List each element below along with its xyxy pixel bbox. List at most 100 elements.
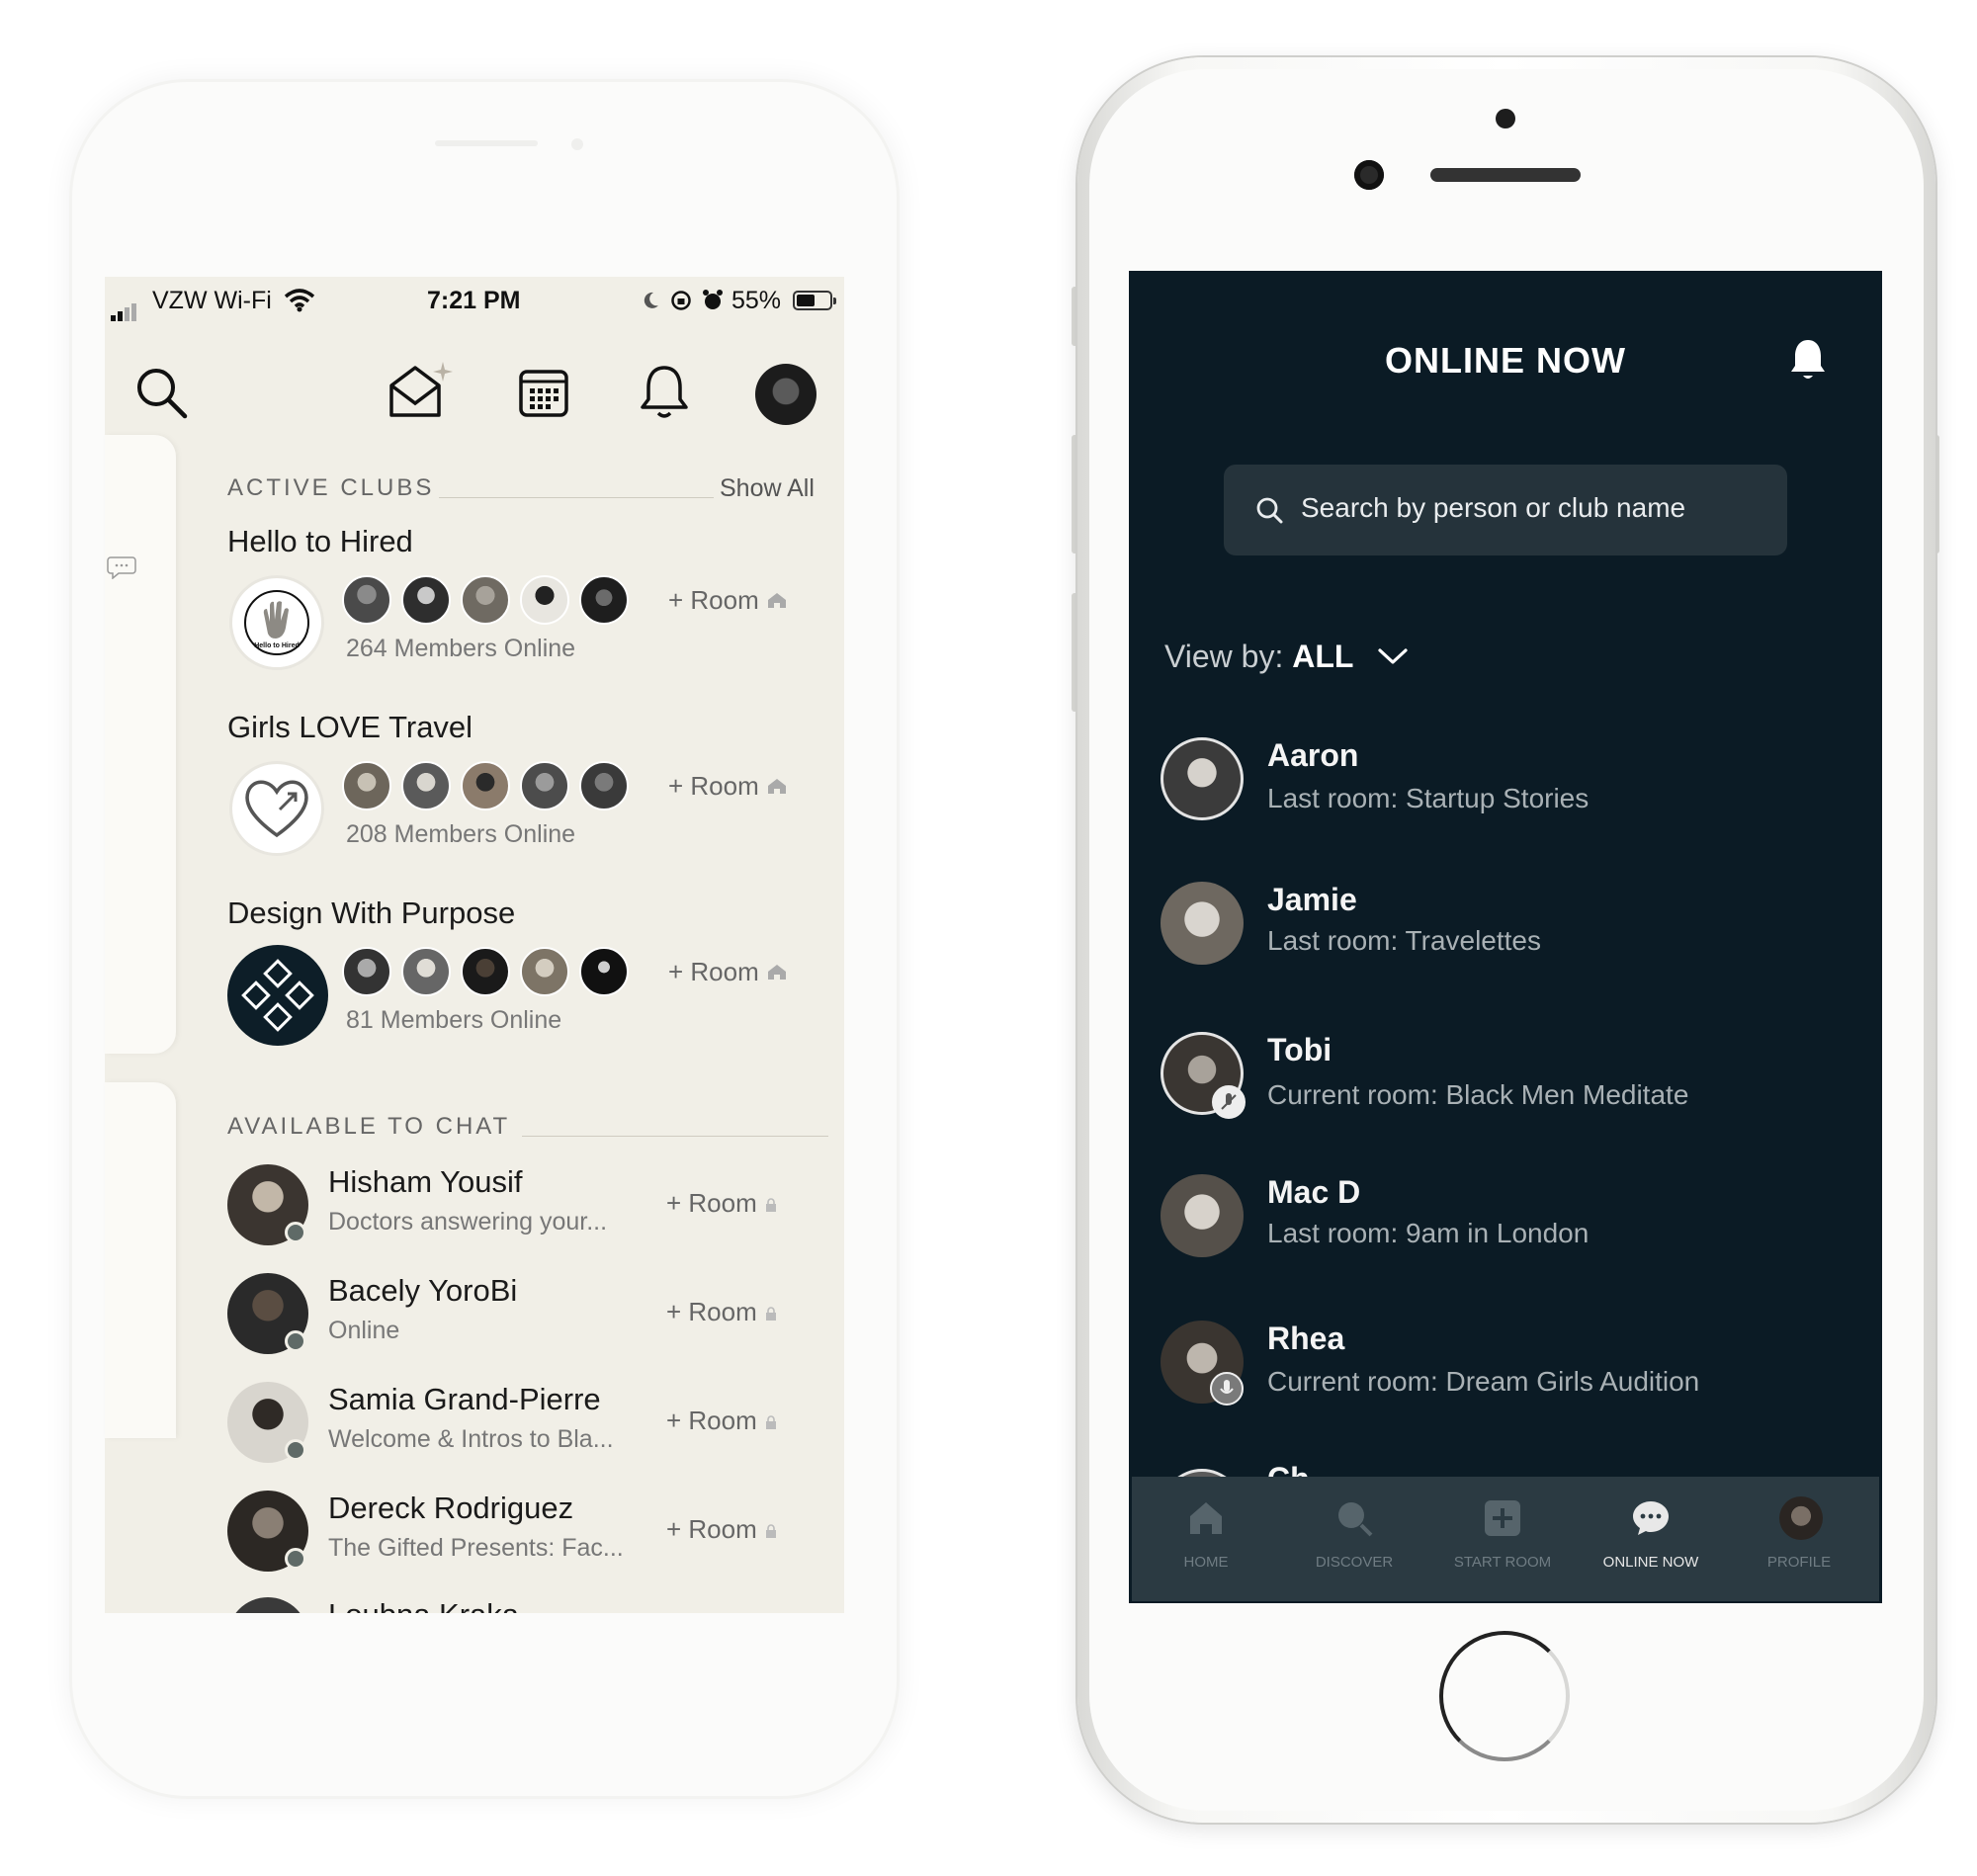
online-person-row-partial[interactable]: Ch <box>1160 1461 1852 1477</box>
club-logo-hello-to-hired[interactable]: Hello to Hired <box>229 575 324 670</box>
battery-icon <box>793 291 836 310</box>
member-avatars <box>342 947 639 1000</box>
bell-icon[interactable] <box>1789 338 1827 382</box>
member-avatars <box>342 761 639 814</box>
person-name: Samia Grand-Pierre <box>328 1382 601 1416</box>
profile-avatar[interactable] <box>755 364 817 425</box>
person-avatar <box>1160 737 1244 820</box>
member-avatar <box>401 761 451 810</box>
person-room: Current room: Dream Girls Audition <box>1267 1366 1700 1397</box>
start-room-button[interactable]: + Room <box>666 1188 778 1219</box>
person-name: Rhea <box>1267 1321 1345 1356</box>
person-status: Doctors answering your... <box>328 1208 608 1236</box>
club-name[interactable]: Girls LOVE Travel <box>227 710 473 745</box>
room-button-label: + Room <box>666 1188 757 1218</box>
person-room: Current room: Black Men Meditate <box>1267 1079 1689 1110</box>
section-divider <box>522 1136 828 1137</box>
start-room-button[interactable]: + Room <box>666 1406 778 1436</box>
online-person-row[interactable]: Aaron Last room: Startup Stories <box>1160 737 1852 832</box>
bottom-tab-bar: HOME DISCOVER START ROOM ONLINE NOW PROF… <box>1132 1477 1879 1601</box>
side-drawer-tab[interactable] <box>105 435 176 1054</box>
heart-plane-icon <box>245 780 308 838</box>
person-avatar <box>1160 882 1244 965</box>
earpiece-speaker <box>1430 168 1581 182</box>
start-room-button[interactable]: + Room <box>666 1297 778 1327</box>
chat-person-row-partial[interactable]: Loubna Kraka <box>227 1595 840 1613</box>
battery-percent: 55% <box>731 287 782 314</box>
club-logo-girls-love-travel[interactable] <box>229 761 324 856</box>
mic-muted-icon <box>1212 1085 1246 1119</box>
show-all-link[interactable]: Show All <box>720 474 815 503</box>
house-icon <box>768 779 786 794</box>
member-avatar <box>579 575 629 625</box>
chat-person-row[interactable]: Bacely YoroBi Online + Room <box>227 1271 840 1360</box>
left-phone-camera <box>571 138 583 150</box>
tab-label: ONLINE NOW <box>1602 1554 1699 1571</box>
tab-label: HOME <box>1183 1554 1229 1571</box>
tab-profile[interactable]: PROFILE <box>1725 1477 1873 1601</box>
chat-person-row[interactable]: Dereck Rodriguez The Gifted Presents: Fa… <box>227 1489 840 1578</box>
person-name: Bacely YoroBi <box>328 1273 518 1308</box>
page-title: ONLINE NOW <box>1385 340 1626 381</box>
chat-bubble-icon[interactable] <box>107 555 136 579</box>
start-room-button[interactable]: + Room <box>668 771 788 802</box>
online-person-row[interactable]: Tobi Current room: Black Men Meditate <box>1160 1032 1852 1127</box>
profile-avatar-icon <box>1779 1496 1823 1540</box>
person-name: Hisham Yousif <box>328 1164 523 1199</box>
member-avatar <box>401 947 451 996</box>
person-room: Last room: 9am in London <box>1267 1218 1590 1248</box>
person-room: Last room: Startup Stories <box>1267 783 1590 813</box>
start-room-button[interactable]: + Room <box>666 1514 778 1545</box>
search-input[interactable]: Search by person or club name <box>1224 465 1787 555</box>
search-icon[interactable] <box>134 366 190 421</box>
member-avatar <box>342 575 391 625</box>
person-room: Last room: Travelettes <box>1267 925 1542 956</box>
person-avatar <box>1160 1174 1244 1257</box>
members-online-count: 264 Members Online <box>346 635 576 662</box>
club-name[interactable]: Design With Purpose <box>227 895 515 931</box>
club-logo-design-with-purpose[interactable] <box>227 945 328 1046</box>
mic-icon <box>1210 1372 1244 1406</box>
chat-person-row[interactable]: Hisham Yousif Doctors answering your... … <box>227 1162 840 1251</box>
home-button[interactable] <box>1439 1631 1570 1761</box>
chat-person-row[interactable]: Samia Grand-Pierre Welcome & Intros to B… <box>227 1380 840 1469</box>
person-name: Aaron <box>1267 737 1359 773</box>
person-name: Dereck Rodriguez <box>328 1491 574 1525</box>
member-avatar <box>401 575 451 625</box>
person-avatar <box>227 1597 308 1613</box>
calendar-icon[interactable] <box>518 366 569 419</box>
view-by-value: ALL <box>1292 639 1354 674</box>
tab-label: DISCOVER <box>1315 1554 1394 1571</box>
moon-icon <box>644 292 658 308</box>
start-room-button[interactable]: + Room <box>668 585 788 616</box>
online-person-row[interactable]: Jamie Last room: Travelettes <box>1160 882 1852 977</box>
online-person-row[interactable]: Mac D Last room: 9am in London <box>1160 1174 1852 1269</box>
waving-hand-icon: Hello to Hired <box>244 590 309 655</box>
member-avatar <box>461 761 510 810</box>
club-logo-text: Hello to Hired <box>254 642 300 649</box>
front-camera <box>1354 160 1384 190</box>
person-name: Jamie <box>1267 882 1357 917</box>
person-status: The Gifted Presents: Fac... <box>328 1534 624 1562</box>
start-room-icon <box>1485 1500 1520 1536</box>
wifi-icon <box>284 289 315 312</box>
tab-home[interactable]: HOME <box>1132 1477 1280 1601</box>
member-avatar <box>461 575 510 625</box>
view-by-filter[interactable]: View by: ALL <box>1164 639 1410 675</box>
person-name: Loubna Kraka <box>328 1597 519 1613</box>
bell-icon[interactable] <box>639 364 690 421</box>
tab-online-now[interactable]: ONLINE NOW <box>1577 1477 1725 1601</box>
start-room-button[interactable]: + Room <box>668 957 788 987</box>
diamond-pattern-icon <box>241 959 314 1032</box>
member-avatar <box>579 947 629 996</box>
members-online-count: 208 Members Online <box>346 820 576 848</box>
invite-envelope-icon[interactable] <box>387 360 457 423</box>
house-icon <box>768 965 786 980</box>
tab-discover[interactable]: DISCOVER <box>1280 1477 1428 1601</box>
online-person-row[interactable]: Rhea Current room: Dream Girls Audition <box>1160 1321 1852 1415</box>
view-by-label: View by: <box>1164 639 1284 674</box>
chat-bubble-icon <box>1633 1501 1669 1535</box>
club-name[interactable]: Hello to Hired <box>227 524 413 559</box>
member-avatar <box>342 947 391 996</box>
tab-start-room[interactable]: START ROOM <box>1428 1477 1577 1601</box>
